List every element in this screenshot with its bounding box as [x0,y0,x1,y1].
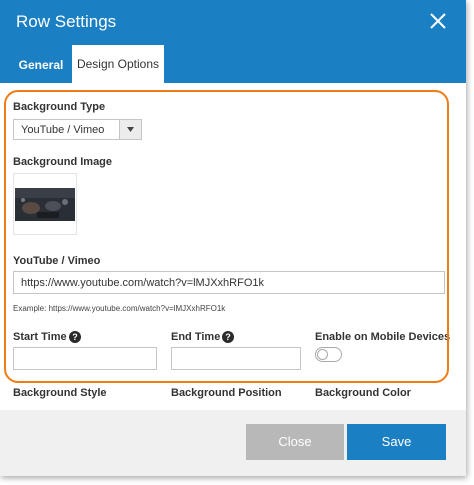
background-type-select[interactable]: YouTube / Vimeo [13,119,142,140]
close-button[interactable]: Close [246,424,344,460]
background-type-label: Background Type [13,101,106,113]
mobile-toggle[interactable] [315,347,342,362]
dialog-title: Row Settings [16,12,117,31]
video-url-input[interactable] [13,271,445,294]
help-icon[interactable]: ? [222,331,234,343]
background-color-label: Background Color [315,387,411,399]
mobile-label: Enable on Mobile Devices [315,331,451,343]
video-url-hint: Example: https://www.youtube.com/watch?v… [13,304,226,313]
tab-general[interactable]: General [11,47,71,83]
background-position-label: Background Position [171,387,282,399]
background-style-label: Background Style [13,387,107,399]
dialog-footer: Close Save [0,410,466,476]
video-url-label: YouTube / Vimeo [13,255,101,267]
dialog-header: Row Settings General Design Options [0,0,466,83]
end-time-input[interactable] [171,347,301,370]
background-image-label: Background Image [13,156,113,168]
close-icon[interactable] [426,9,450,33]
help-icon[interactable]: ? [69,331,81,343]
start-time-input[interactable] [13,347,157,370]
chevron-down-icon [119,120,141,139]
background-image-thumbnail [15,188,75,221]
start-time-label: Start Time [13,331,67,343]
toggle-knob [317,349,328,360]
tab-design-options[interactable]: Design Options [72,45,164,83]
row-settings-dialog: Row Settings General Design Options Back… [0,0,466,476]
end-time-label: End Time [171,331,221,343]
background-type-value: YouTube / Vimeo [21,124,105,136]
background-image-picker[interactable] [13,173,77,235]
save-button[interactable]: Save [347,424,446,460]
